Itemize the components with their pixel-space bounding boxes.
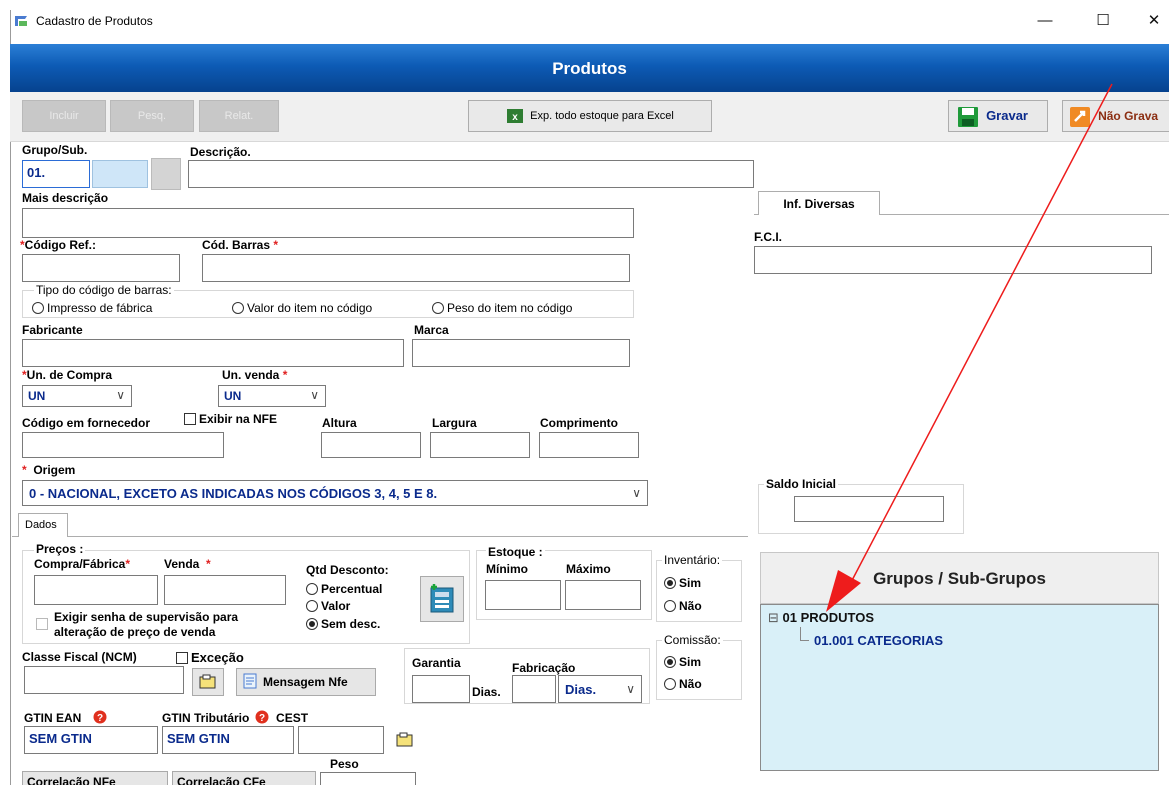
annotation-arrow-icon xyxy=(826,83,1113,612)
